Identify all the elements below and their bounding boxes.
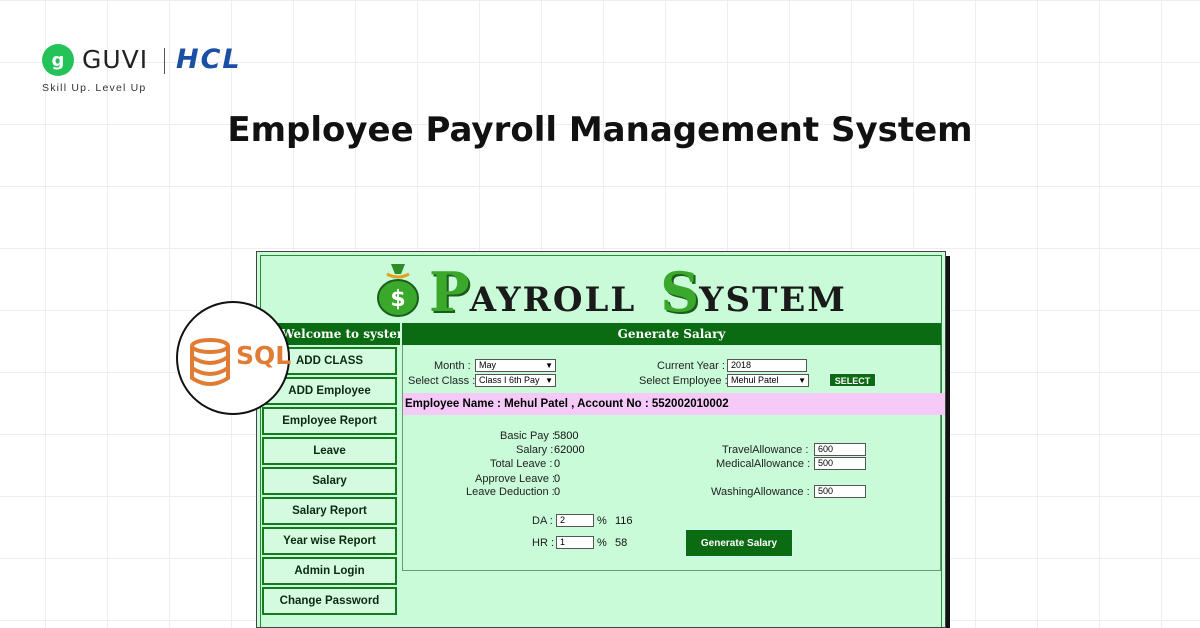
approve-leave-value: 0 [554,473,561,485]
main-content: Generate Salary Month : May ▼ Current Ye… [402,323,945,627]
basic-pay-label: Basic Pay : [500,430,556,442]
hcl-wordmark: HCL [176,44,242,75]
hr-input[interactable]: 1 [556,536,594,549]
banner-s: S [660,260,700,324]
guvi-logo-icon: g [42,44,74,76]
salary-label: Salary : [516,444,554,456]
brand-divider [164,48,165,74]
section-header: Generate Salary [402,323,941,345]
approve-leave-label: Approve Leave : [475,473,556,485]
banner-ystem: YSTEM [699,280,847,320]
medical-allowance-input[interactable]: 500 [814,457,866,470]
chevron-down-icon: ▼ [545,376,553,385]
washing-allowance-input[interactable]: 500 [814,485,866,498]
class-select[interactable]: Class I 6th Pay ▼ [475,374,556,387]
sidebar-item-employee-report[interactable]: Employee Report [262,407,397,435]
hr-percent: % [597,537,607,549]
washing-allowance-label: WashingAllowance : [711,486,810,498]
sql-label: SQL [236,341,292,370]
travel-allowance-input[interactable]: 600 [814,443,866,456]
travel-allowance-label: TravelAllowance : [722,444,809,456]
sql-badge: SQL [176,301,292,415]
employee-select[interactable]: Mehul Patel ▼ [727,374,809,387]
salary-value: 62000 [554,444,585,456]
sidebar-item-change-password[interactable]: Change Password [262,587,397,615]
sidebar-item-salary[interactable]: Salary [262,467,397,495]
select-employee-label: Select Employee : [639,375,728,387]
page-title: Employee Payroll Management System [227,110,973,150]
sidebar-item-leave[interactable]: Leave [262,437,397,465]
medical-allowance-label: MedicalAllowance : [716,458,811,470]
basic-pay-value: 5800 [554,430,579,442]
sidebar-item-admin-login[interactable]: Admin Login [262,557,397,585]
da-percent: % [597,515,607,527]
chevron-down-icon: ▼ [798,376,806,385]
generate-salary-button[interactable]: Generate Salary [685,529,793,557]
current-year-input[interactable]: 2018 [727,359,807,372]
select-class-label: Select Class : [408,375,476,387]
month-label: Month : [434,360,471,372]
chevron-down-icon: ▼ [545,361,553,370]
generate-salary-panel: Month : May ▼ Current Year : 2018 Select… [402,345,945,571]
hr-label: HR : [532,537,554,549]
banner-p: P [429,260,470,324]
da-amount: 116 [615,515,633,527]
leave-deduction-value: 0 [554,486,561,498]
total-leave-value: 0 [554,458,561,470]
hr-amount: 58 [615,537,628,549]
money-bag-icon: $ [377,264,419,317]
leave-deduction-label: Leave Deduction : [466,486,555,498]
employee-select-value: Mehul Patel [731,375,779,385]
select-button[interactable]: SELECT [829,373,876,387]
class-select-value: Class I 6th Pay [479,375,540,385]
brand-tagline: Skill Up. Level Up [42,82,147,94]
da-input[interactable]: 2 [556,514,594,527]
svg-text:$: $ [390,287,405,312]
brand-header: g GUVI HCL Skill Up. Level Up [42,42,312,98]
database-icon [190,338,230,386]
guvi-wordmark: GUVI [82,45,149,74]
da-label: DA : [532,515,553,527]
sidebar-item-year-wise-report[interactable]: Year wise Report [262,527,397,555]
total-leave-label: Total Leave : [490,458,553,470]
sidebar-item-salary-report[interactable]: Salary Report [262,497,397,525]
banner-ayroll: AYROLL [469,280,637,320]
employee-info-bar: Employee Name : Mehul Patel , Account No… [403,393,945,415]
app-frame: $ PAYROLL SYSTEM Welcome to system ADD CL… [260,255,945,627]
month-select-value: May [479,360,497,370]
current-year-label: Current Year : [657,360,725,372]
payroll-app-window: $ PAYROLL SYSTEM Welcome to system ADD CL… [256,251,946,628]
payroll-system-banner: PAYROLL SYSTEM [429,260,847,324]
month-select[interactable]: May ▼ [475,359,556,372]
